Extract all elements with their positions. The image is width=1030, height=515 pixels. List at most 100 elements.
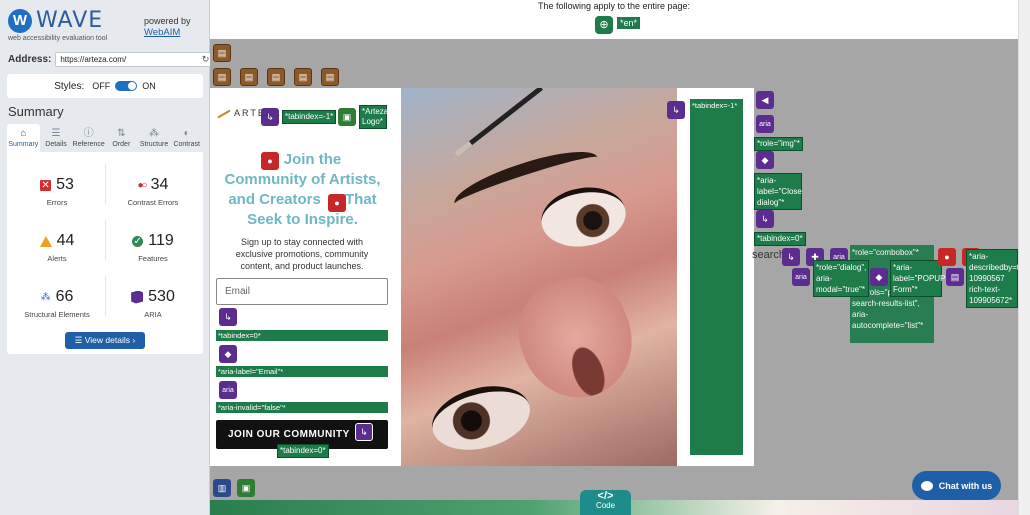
stat-value: 66: [55, 288, 74, 305]
home-icon: ⌂: [20, 128, 27, 139]
aria-tabindex-icon[interactable]: ↳: [667, 101, 685, 119]
brush-icon: [217, 109, 231, 118]
annotation-tag: *aria-label="Close dialog"*: [754, 173, 802, 210]
structure-icon[interactable]: ▤: [213, 44, 231, 62]
aria-tabindex-icon[interactable]: ↳: [355, 423, 373, 441]
contrast-icon: ◐: [183, 128, 190, 139]
language-tag: *en*: [617, 17, 641, 29]
aria-label-icon[interactable]: ◆: [870, 268, 888, 286]
tab-reference[interactable]: ⓘ Reference: [72, 124, 105, 152]
wave-logo-icon: W: [8, 8, 32, 33]
annotation-column: *tabindex=-1*: [690, 99, 743, 455]
scrollbar[interactable]: [1018, 0, 1030, 515]
aria-label-icon[interactable]: ◆: [219, 345, 237, 363]
stat-aria[interactable]: 530 ARIA: [107, 288, 199, 319]
stat-alerts[interactable]: 44 Alerts: [11, 232, 103, 263]
stat-contrast-errors[interactable]: ●○ 34 Contrast Errors: [107, 176, 199, 207]
eye-illustration: [536, 181, 631, 253]
tab-label: Reference: [72, 141, 105, 148]
styles-label: Styles:: [54, 80, 85, 92]
search-text: search: [752, 249, 786, 261]
powered-by-text: powered by: [144, 16, 191, 26]
powered-by: powered by WebAIM: [144, 16, 191, 38]
page-level-note: The following apply to the entire page:: [537, 1, 691, 11]
aria-tabindex-icon[interactable]: ↳: [782, 248, 800, 266]
webaim-link[interactable]: WebAIM: [144, 27, 191, 38]
aria-icon[interactable]: aria: [219, 381, 237, 399]
tab-label: Order: [112, 141, 131, 148]
aria-tabindex-icon[interactable]: ↳: [756, 210, 774, 228]
stat-structural[interactable]: ⁂ 66 Structural Elements: [11, 288, 103, 319]
annotation-tag: *role="img"*: [754, 137, 803, 151]
aria-label-icon[interactable]: ◆: [756, 151, 774, 169]
alert-icon: [39, 235, 52, 247]
structure-icon[interactable]: ▤: [213, 68, 231, 86]
reload-icon[interactable]: ↻: [202, 53, 210, 66]
code-button[interactable]: </> Code: [580, 490, 631, 515]
chat-label: Chat with us: [938, 480, 993, 491]
aria-describedby-icon[interactable]: ▤: [946, 268, 964, 286]
signup-modal: ARTEZA ↳ *tabindex=-1* ▣ *Arteza Logo* ●…: [210, 88, 754, 466]
styles-toggle-row: Styles: OFF ON: [7, 74, 203, 98]
wave-logo[interactable]: W WAVE: [8, 8, 103, 33]
annotation-tag: *aria-label="POPUP Form"*: [890, 260, 945, 297]
structure-icon[interactable]: ▥: [213, 479, 231, 497]
structure-icon: ⁂: [149, 128, 160, 139]
summary-title: Summary: [8, 104, 64, 119]
tab-details[interactable]: ☰ Details: [40, 124, 73, 152]
aria-tabindex-icon[interactable]: ↳: [219, 308, 237, 326]
annotation-tag: *tabindex=-1*: [282, 110, 337, 124]
styles-on-label: ON: [142, 81, 156, 91]
eye-illustration: [424, 376, 538, 460]
headline-line: Join the: [283, 151, 342, 168]
stat-value: 119: [148, 232, 174, 249]
styles-toggle[interactable]: [115, 81, 138, 91]
annotation-tag: *tabindex=0*: [754, 232, 806, 246]
chat-icon: [920, 480, 933, 491]
structure-icon[interactable]: ▤: [294, 68, 312, 86]
error-icon[interactable]: ●: [938, 248, 956, 266]
structure-icon[interactable]: ▤: [240, 68, 258, 86]
annotation-text: *role="combobox"*: [852, 248, 919, 257]
alt-text-icon[interactable]: ▣: [237, 479, 255, 497]
aria-icon[interactable]: aria: [756, 115, 774, 133]
aria-tabindex-icon[interactable]: ↳: [261, 108, 279, 126]
page-preview: The following apply to the entire page: …: [210, 0, 1018, 515]
aria-region-icon[interactable]: ◀: [756, 91, 774, 109]
alt-text-icon[interactable]: ▣: [338, 108, 356, 126]
annotation-tag: *tabindex=0*: [277, 444, 329, 458]
language-icon[interactable]: ⊕: [595, 16, 613, 34]
join-label: JOIN OUR COMMUNITY: [228, 429, 350, 440]
tab-structure[interactable]: ⁂ Structure: [138, 124, 171, 152]
tab-label: Summary: [8, 141, 39, 148]
structure-icon[interactable]: ▤: [267, 68, 285, 86]
tab-summary[interactable]: ⌂ Summary: [7, 124, 40, 152]
address-input[interactable]: https://arteza.com/ ↻: [55, 52, 215, 67]
structure-icon: ⁂: [40, 291, 51, 303]
headline-line: That: [345, 191, 377, 208]
divider: [105, 276, 106, 316]
modal-subtext: Sign up to stay connected with exclusive…: [235, 237, 369, 271]
chat-button[interactable]: Chat with us: [912, 471, 1001, 500]
wave-sidebar: W WAVE web accessibility evaluation tool…: [0, 0, 215, 515]
wave-logo-text: WAVE: [36, 8, 104, 33]
headline-line: and Creators: [228, 191, 321, 208]
stat-errors[interactable]: ✕ 53 Errors: [11, 176, 103, 207]
tab-label: Details: [45, 141, 67, 148]
address-value: https://arteza.com/: [60, 55, 127, 64]
wave-tagline: web accessibility evaluation tool: [8, 35, 108, 42]
structure-icon[interactable]: ▤: [321, 68, 339, 86]
stat-features[interactable]: ✓ 119 Features: [107, 232, 199, 263]
tab-order[interactable]: ⇅ Order: [105, 124, 138, 152]
aria-icon[interactable]: aria: [792, 268, 810, 286]
stat-label: Errors: [46, 198, 68, 207]
stat-label: Structural Elements: [24, 310, 90, 319]
styles-off-label: OFF: [92, 81, 111, 91]
nose-illustration: [503, 262, 649, 414]
email-field[interactable]: Email: [216, 278, 388, 305]
view-details-button[interactable]: ☰ View details ›: [65, 332, 145, 349]
brush-illustration: [469, 88, 543, 146]
stat-value: 53: [56, 176, 74, 193]
tab-label: Contrast: [173, 141, 200, 148]
tab-contrast[interactable]: ◐ Contrast: [170, 124, 203, 152]
